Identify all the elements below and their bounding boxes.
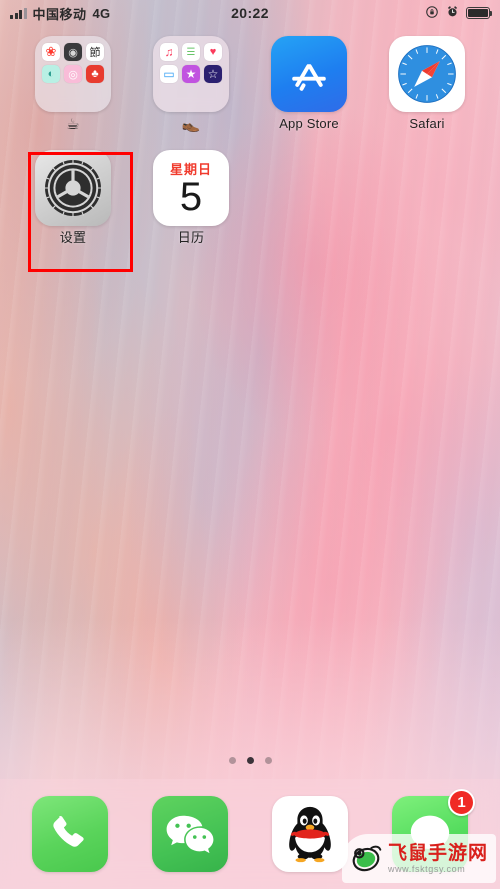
folder-one-icon[interactable]: ❀ ◉ 節 ◐ ◎ ♣	[35, 36, 111, 112]
app-cell-empty-1	[250, 150, 368, 245]
page-indicator-dots[interactable]	[0, 757, 500, 764]
app-cell-app-store[interactable]: App Store	[250, 36, 368, 134]
mini-instagram-icon: ◎	[64, 65, 82, 83]
watermark-url: www.fsktgsy.com	[387, 863, 466, 874]
calendar-icon[interactable]: 星期日 5	[153, 149, 229, 226]
battery-icon	[466, 7, 493, 19]
app-cell-folder-one[interactable]: ❀ ◉ 節 ◐ ◎ ♣ ☕	[14, 36, 132, 134]
app-store-icon-wrap[interactable]	[271, 36, 347, 112]
mini-imovie-icon: ☆	[204, 65, 222, 83]
status-bar-left: 中国移动 4G	[10, 4, 110, 23]
watermark-title: 飞鼠手游网	[387, 842, 488, 864]
safari-icon-wrap[interactable]	[389, 36, 465, 112]
watermark-texts: 飞鼠手游网 www.fsktgsy.com	[388, 844, 488, 874]
home-screen-icon-grid: ❀ ◉ 節 ◐ ◎ ♣ ☕ ♫ ☰ ♥ ▭ ★ ☆ 👞 App Store Sa…	[0, 36, 500, 245]
phone-icon[interactable]	[32, 796, 108, 872]
site-watermark: 飞鼠手游网 www.fsktgsy.com	[341, 834, 496, 883]
calendar-day-of-week: 星期日	[169, 161, 212, 177]
dock-item-wechat[interactable]	[152, 796, 228, 872]
page-dot-3[interactable]	[264, 757, 272, 764]
dock-item-phone[interactable]	[32, 796, 108, 872]
folder-two-icon-wrap[interactable]: ♫ ☰ ♥ ▭ ★ ☆	[153, 36, 229, 112]
signal-strength-icon	[10, 7, 27, 19]
status-bar: 中国移动 4G 20:22	[0, 0, 500, 26]
mini-reminders-icon: ☰	[182, 43, 200, 61]
folder-one-icon-wrap[interactable]: ❀ ◉ 節 ◐ ◎ ♣	[35, 36, 111, 112]
app-store-label: App Store	[279, 116, 339, 131]
messages-badge: 1	[448, 789, 475, 816]
mini-health-icon: ♥	[204, 43, 222, 61]
status-bar-right	[425, 5, 493, 22]
mini-taobao-icon: ♣	[86, 65, 104, 83]
settings-label: 设置	[59, 229, 87, 245]
carrier-label: 中国移动	[32, 6, 87, 22]
folder-two-label: 👞	[181, 116, 201, 133]
mini-alipay-icon: ◐	[42, 65, 60, 83]
dock-item-qq[interactable]	[272, 796, 348, 872]
folder-one-label: ☕	[66, 116, 80, 133]
safari-icon[interactable]	[389, 36, 465, 112]
settings-icon-wrap[interactable]	[35, 149, 111, 226]
settings-icon[interactable]	[35, 149, 111, 226]
rotation-lock-icon	[425, 5, 439, 22]
safari-label: Safari	[409, 116, 445, 131]
mini-translate-icon: 節	[86, 43, 104, 61]
app-cell-folder-two[interactable]: ♫ ☰ ♥ ▭ ★ ☆ 👞	[132, 36, 250, 134]
mini-camera-icon: ◉	[64, 43, 82, 61]
folder-two-icon[interactable]: ♫ ☰ ♥ ▭ ★ ☆	[153, 36, 229, 112]
app-cell-safari[interactable]: Safari	[368, 36, 486, 134]
page-dot-2-active[interactable]	[246, 757, 254, 764]
app-cell-settings[interactable]: 设置	[14, 149, 132, 245]
calendar-day-number: 5	[179, 174, 203, 219]
mini-photos-icon: ❀	[42, 43, 60, 61]
page-dot-1[interactable]	[228, 757, 236, 764]
network-type-label: 4G	[92, 5, 111, 21]
qq-penguin-icon[interactable]	[272, 796, 348, 872]
wechat-icon[interactable]	[152, 796, 228, 872]
alarm-clock-icon	[446, 5, 459, 21]
calendar-icon-wrap[interactable]: 星期日 5	[153, 149, 229, 226]
app-cell-calendar[interactable]: 星期日 5 日历	[132, 149, 250, 245]
app-cell-empty-2	[368, 150, 486, 245]
app-store-icon[interactable]	[271, 36, 347, 112]
mini-music-icon: ♫	[160, 43, 178, 61]
mouse-logo-icon	[348, 839, 384, 878]
calendar-label: 日历	[177, 229, 205, 245]
mini-files-icon: ▭	[160, 65, 178, 83]
mini-clips-icon: ★	[182, 65, 200, 83]
